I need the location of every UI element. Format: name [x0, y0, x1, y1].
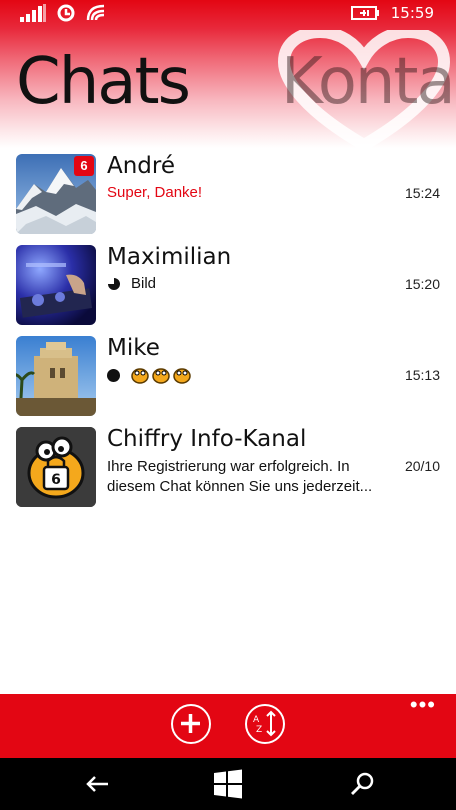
chiffry-sticker-icon	[173, 368, 191, 384]
chat-name: Mike	[107, 335, 160, 361]
navigation-bar	[0, 758, 456, 810]
pivot-tab-chats[interactable]: Chats	[16, 48, 191, 116]
chat-time: 15:24	[404, 185, 440, 201]
chat-preview-text: Bild	[131, 275, 157, 292]
more-options-button[interactable]: •••	[410, 694, 436, 716]
avatar: 6	[16, 427, 96, 507]
chat-name: André	[107, 153, 176, 179]
chiffry-sticker-icon	[152, 368, 170, 384]
unread-badge: 6	[74, 156, 94, 176]
back-icon[interactable]	[82, 768, 114, 800]
add-icon	[181, 714, 200, 733]
avatar	[16, 336, 96, 416]
chat-preview: Super, Danke!	[107, 184, 202, 201]
chat-list: 6 André Super, Danke! 15:24 Maximilian B…	[0, 152, 456, 516]
pivot-tab-contacts[interactable]: Kontak	[281, 48, 456, 116]
chat-name: Chiffry Info-Kanal	[107, 426, 307, 452]
chat-preview	[107, 366, 192, 384]
windows-start-icon[interactable]	[212, 768, 244, 800]
pivot-header: Chats Kontak	[16, 48, 456, 116]
image-icon	[108, 277, 120, 290]
chat-preview: Bild	[107, 275, 156, 292]
chat-item-andre[interactable]: 6 André Super, Danke! 15:24	[0, 152, 456, 243]
header: 15:59 Chats Kontak	[0, 0, 456, 148]
battery-charging-icon	[350, 6, 379, 20]
chat-item-chiffry-info[interactable]: 6 Chiffry Info-Kanal Ihre Registrierung …	[0, 425, 456, 516]
avatar	[16, 245, 96, 325]
wifi-icon	[86, 4, 105, 21]
chat-time: 15:20	[404, 276, 440, 292]
sticker-icon-group	[130, 366, 192, 384]
new-chat-button[interactable]	[171, 704, 211, 744]
svg-text:6: 6	[51, 472, 61, 488]
sent-status-icon	[107, 368, 120, 382]
chat-time: 20/10	[404, 458, 440, 474]
chat-time: 15:13	[404, 367, 440, 383]
app-bar: ••• A Z	[0, 694, 456, 758]
svg-text:Z: Z	[256, 725, 262, 735]
clock: 15:59	[390, 4, 434, 22]
chat-name: Maximilian	[107, 244, 232, 270]
sort-button[interactable]: A Z	[245, 704, 285, 744]
chat-preview-text: Super, Danke!	[107, 184, 203, 201]
chat-item-maximilian[interactable]: Maximilian Bild 15:20	[0, 243, 456, 334]
signal-icon	[20, 4, 46, 22]
chat-preview-text: Ihre Registrierung war erfolgreich. In d…	[107, 458, 373, 495]
chiffry-sticker-icon	[131, 368, 149, 384]
sort-az-icon: A Z	[253, 710, 276, 737]
chat-item-mike[interactable]: Mike 15:13	[0, 334, 456, 425]
svg-text:A: A	[253, 715, 260, 725]
search-icon[interactable]	[346, 768, 378, 800]
status-bar: 15:59	[0, 0, 456, 30]
data-connection-icon	[57, 4, 75, 22]
